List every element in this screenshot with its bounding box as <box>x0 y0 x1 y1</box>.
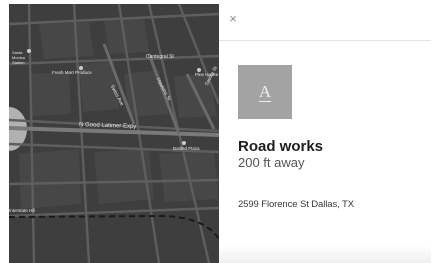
map-label-santa-monica: Santa Monica Station <box>12 50 25 65</box>
frame-left-border <box>0 0 9 263</box>
panel-header-divider <box>219 40 431 41</box>
incident-distance: 200 ft away <box>238 155 305 170</box>
map-canvas[interactable] <box>9 4 219 263</box>
map-label-bottom-left: Interstate Hill <box>9 208 36 213</box>
thumbnail-letter: A <box>258 82 272 101</box>
panel-bottom-fade <box>219 245 431 263</box>
app-frame: Santa Monica Station Cantegral St Fresh … <box>0 0 437 263</box>
incident-thumbnail: A <box>238 65 292 119</box>
incident-title: Road works <box>238 138 324 155</box>
map-label-tower-plaza: Bottled Plaza <box>173 146 200 151</box>
map-view[interactable]: Santa Monica Station Cantegral St Fresh … <box>9 4 219 263</box>
frame-right-border <box>431 0 437 263</box>
incident-address: 2599 Florence St Dallas, TX <box>238 199 354 210</box>
map-label-fresh-market: Fresh Mart Produce <box>52 70 92 75</box>
close-icon[interactable]: × <box>226 12 240 26</box>
map-label-cantegral: Cantegral St <box>146 54 174 60</box>
detail-panel <box>219 4 431 263</box>
